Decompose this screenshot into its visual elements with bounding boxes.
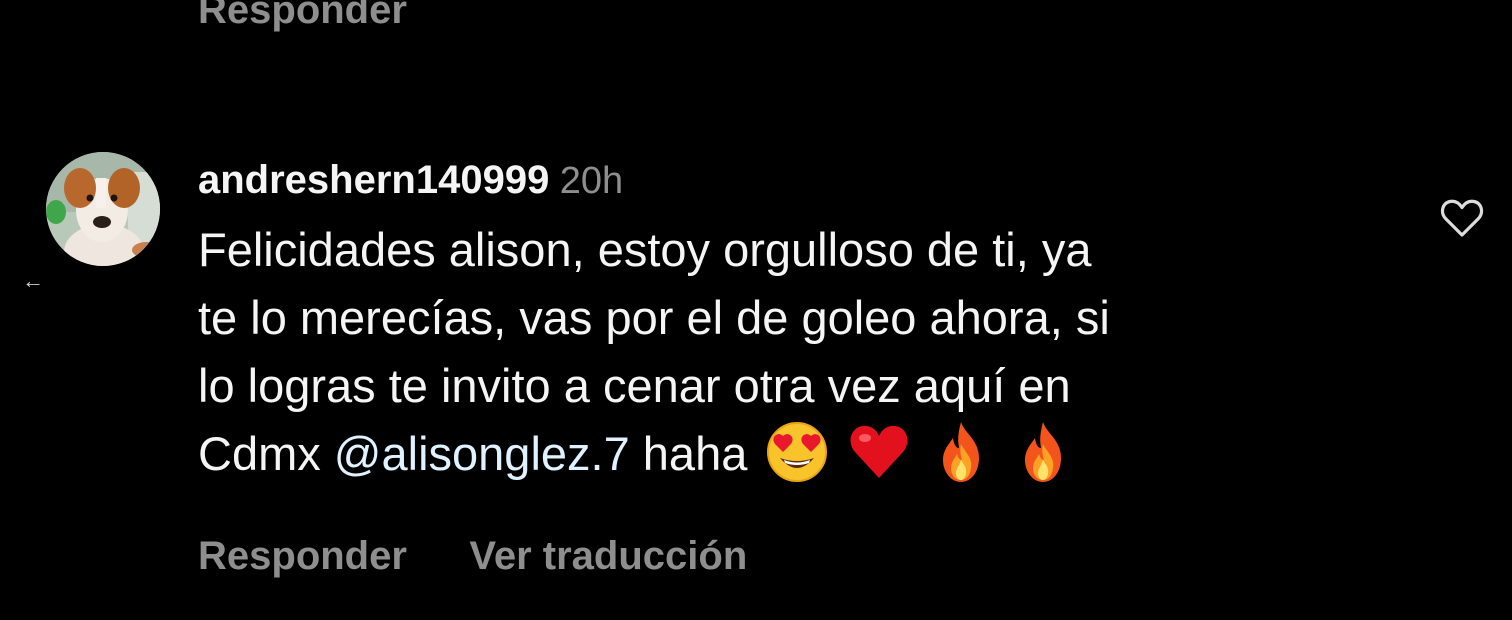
comment: andreshern140999 20h Felicidades alison,… xyxy=(198,150,1388,488)
heart-outline-icon[interactable] xyxy=(1440,198,1484,238)
comment-text-line: te lo merecías, vas por el de goleo ahor… xyxy=(198,291,1110,344)
reply-button[interactable]: Responder xyxy=(198,526,407,586)
comment-text-suffix: haha xyxy=(629,427,748,480)
comment-timestamp: 20h xyxy=(559,160,624,202)
dog-avatar-icon xyxy=(46,152,160,266)
comment-username[interactable]: andreshern140999 xyxy=(198,158,549,202)
red-heart-icon xyxy=(847,420,911,484)
avatar[interactable] xyxy=(46,152,160,266)
comment-text-line-last: Cdmx @alisonglez.7 haha xyxy=(198,420,1388,488)
comment-actions: Responder Ver traducción xyxy=(198,526,805,586)
comment-text-line: Felicidades alison, estoy orgulloso de t… xyxy=(198,223,1092,276)
fire-icon xyxy=(1011,420,1075,484)
heart-eyes-icon xyxy=(765,420,829,484)
comment-text: Felicidades alison, estoy orgulloso de t… xyxy=(198,216,1388,488)
comment-header: andreshern140999 20h xyxy=(198,150,1388,210)
fire-icon xyxy=(929,420,993,484)
previous-reply-button[interactable]: Responder xyxy=(198,0,407,36)
mention-link[interactable]: @alisonglez.7 xyxy=(334,427,630,480)
back-arrow-icon[interactable]: ← xyxy=(22,266,44,296)
comment-text-prefix: Cdmx xyxy=(198,427,334,480)
comment-text-line: lo logras te invito a cenar otra vez aqu… xyxy=(198,359,1071,412)
see-translation-button[interactable]: Ver traducción xyxy=(469,526,747,586)
